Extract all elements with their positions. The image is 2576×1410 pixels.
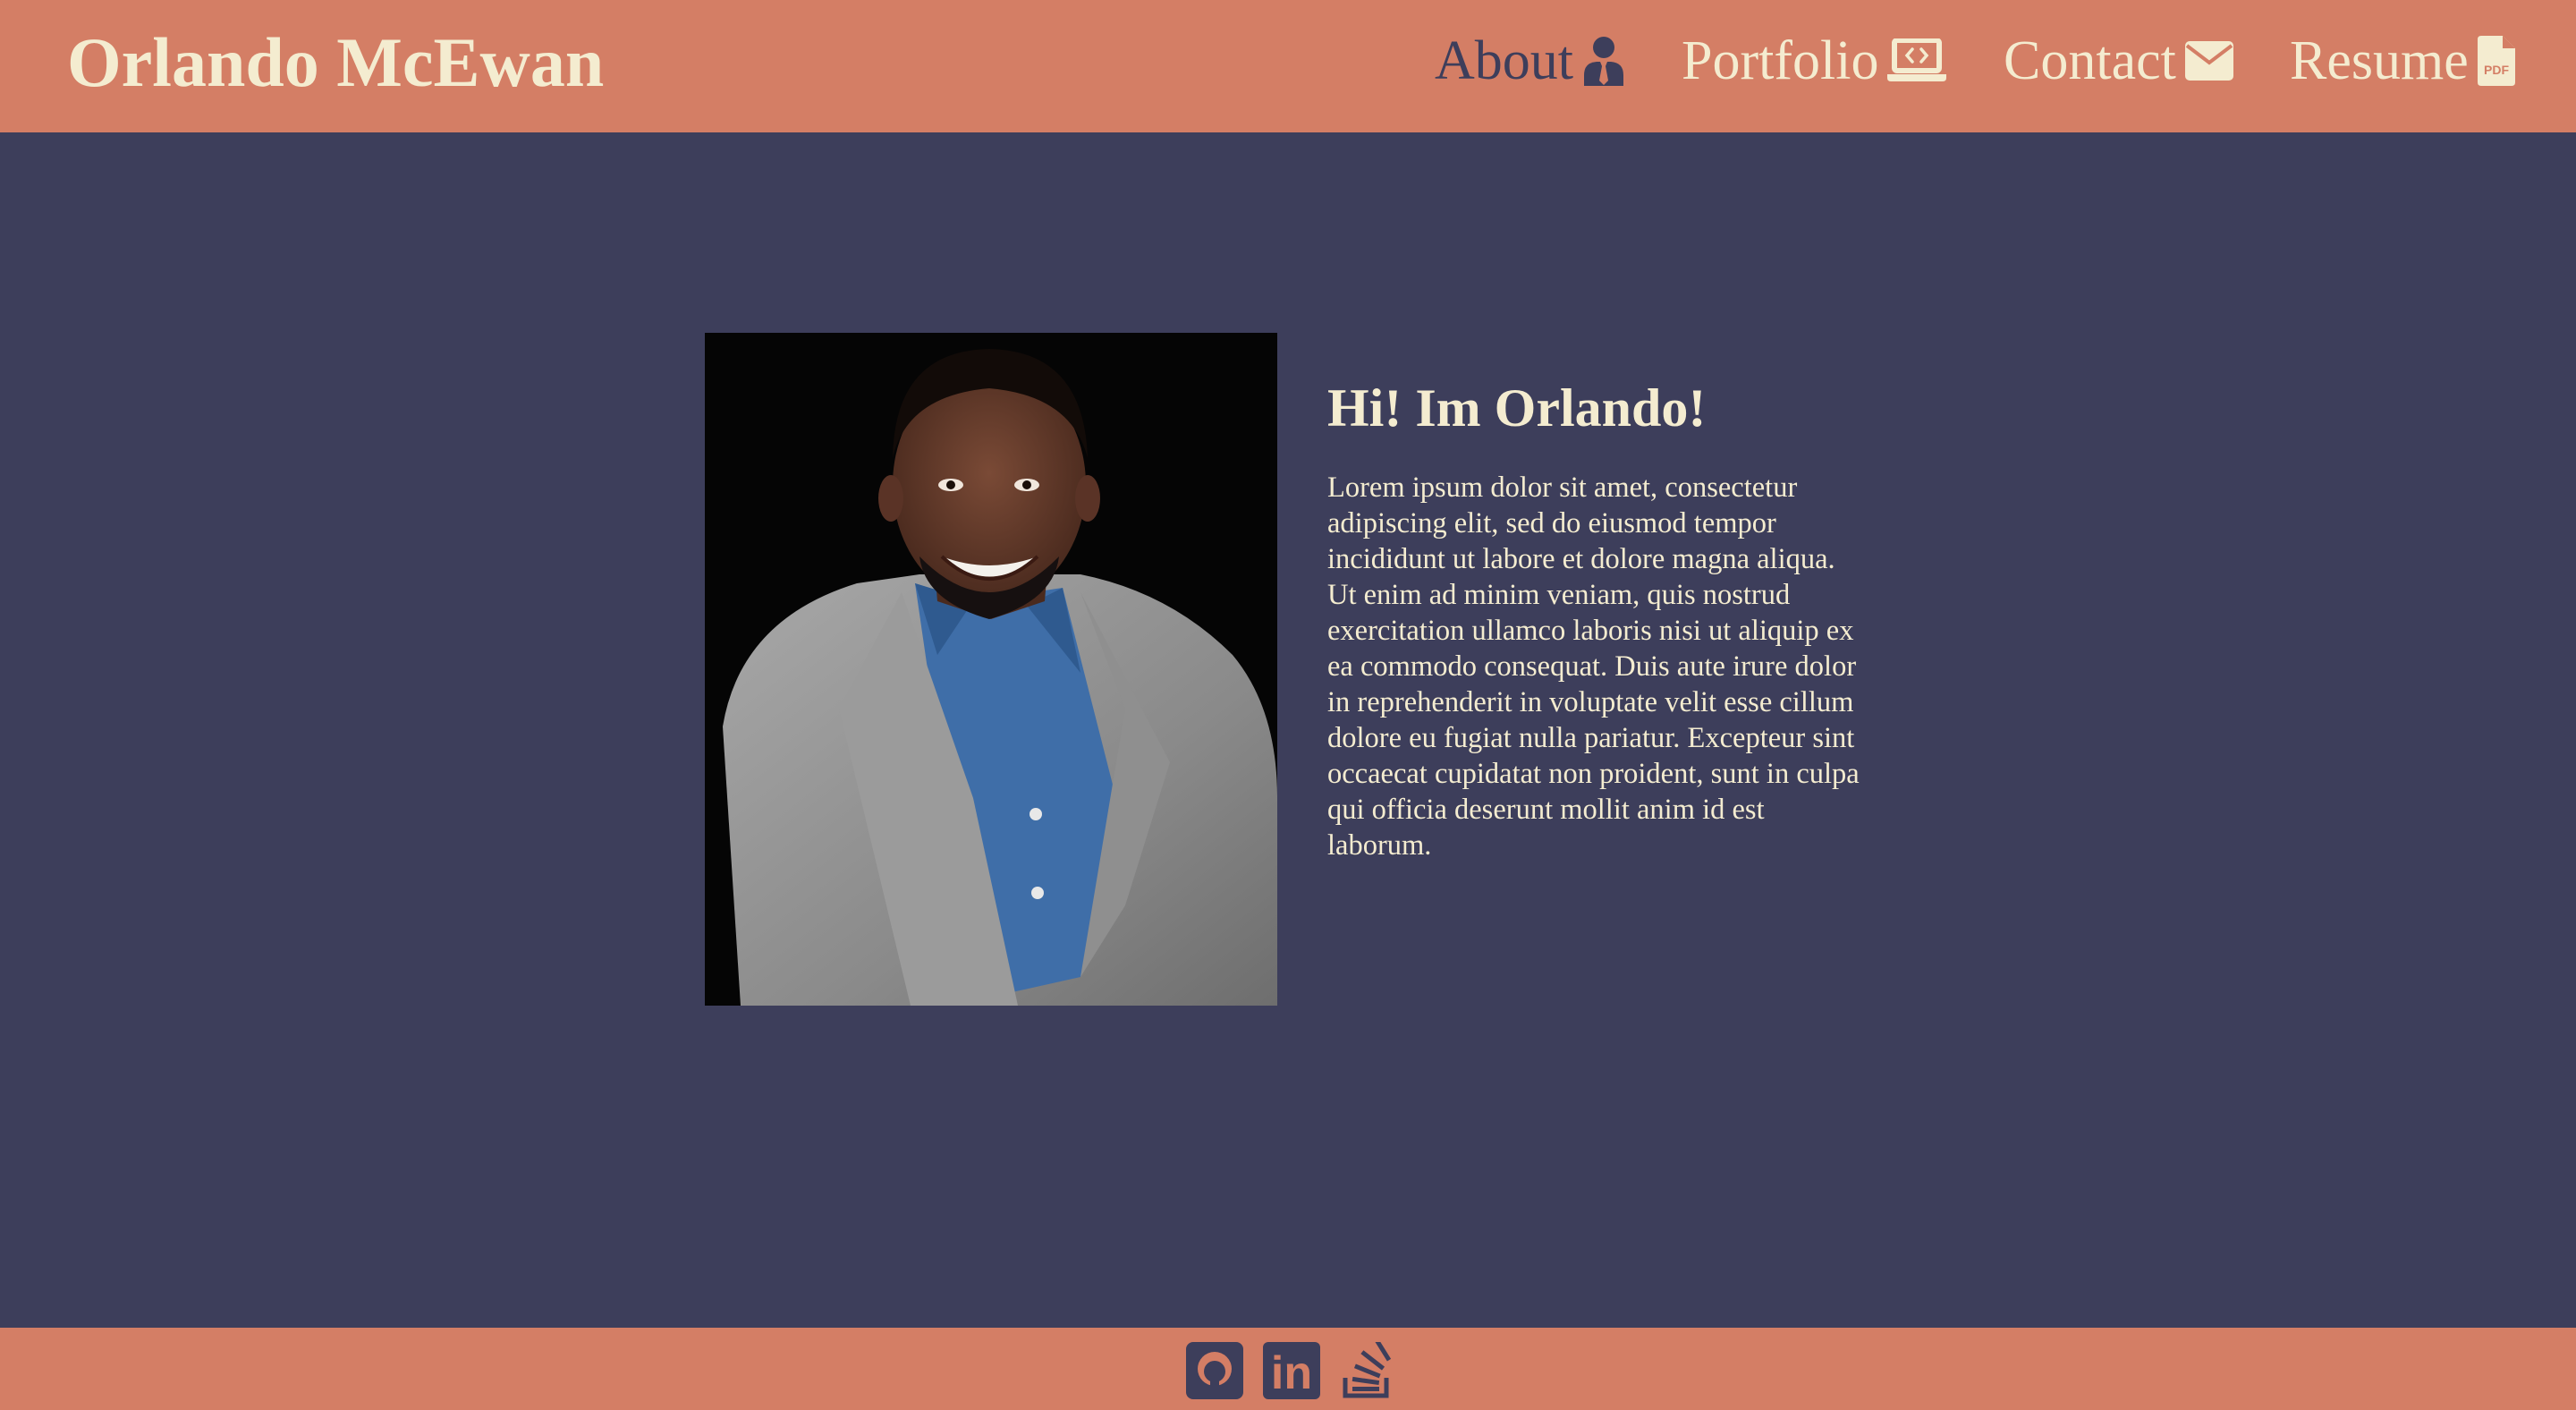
- file-pdf-icon-label: PDF: [2484, 63, 2509, 77]
- stack-overflow-icon[interactable]: [1340, 1338, 1397, 1399]
- nav-about-label: About: [1435, 30, 1573, 91]
- bio-paragraph: Lorem ipsum dolor sit amet, consectetur …: [1327, 471, 1860, 862]
- nav-contact[interactable]: Contact: [2004, 25, 2233, 97]
- nav-resume-label: Resume: [2290, 30, 2469, 91]
- file-pdf-icon: PDF: [2477, 36, 2515, 86]
- nav-portfolio[interactable]: Portfolio: [1682, 25, 1947, 97]
- envelope-icon: [2184, 41, 2233, 81]
- about-section: [0, 132, 2576, 1328]
- nav-portfolio-label: Portfolio: [1682, 30, 1879, 91]
- nav-resume[interactable]: Resume PDF: [2290, 25, 2515, 97]
- profile-photo: [705, 333, 1277, 1006]
- nav-contact-label: Contact: [2004, 30, 2176, 91]
- nav-about[interactable]: About: [1435, 25, 1625, 97]
- site-title[interactable]: Orlando McEwan: [67, 21, 604, 104]
- linkedin-icon[interactable]: in: [1263, 1342, 1320, 1399]
- laptop-code-icon: [1887, 38, 1947, 83]
- greeting-heading: Hi! Im Orlando!: [1327, 378, 1707, 437]
- user-tie-icon: [1582, 36, 1625, 86]
- linkedin-icon-label: in: [1271, 1347, 1312, 1399]
- site-header: Orlando McEwan About Portfolio Contact R…: [0, 0, 2576, 132]
- github-icon[interactable]: [1186, 1342, 1243, 1399]
